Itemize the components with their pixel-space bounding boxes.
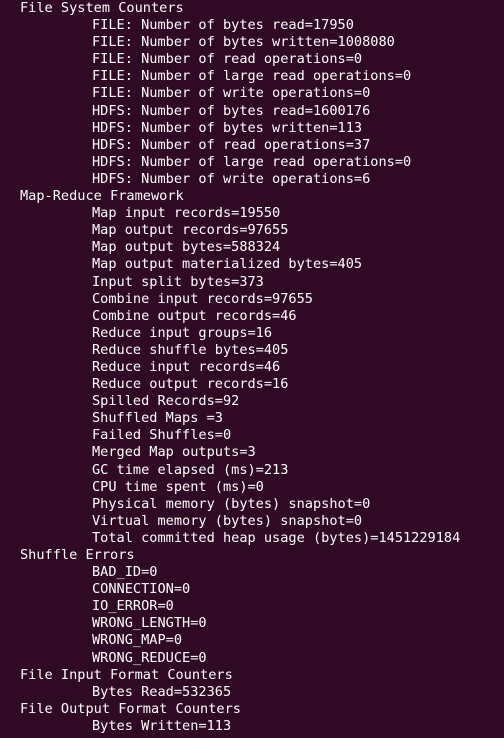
counter-line: Failed Shuffles=0 — [92, 427, 232, 444]
counter-line: Reduce input groups=16 — [92, 324, 273, 341]
counter-line: Bytes Read=532365 — [92, 683, 232, 700]
terminal-output[interactable]: File System Counters FILE: Number of byt… — [0, 0, 504, 738]
counter-line: Merged Map outputs=3 — [92, 444, 256, 461]
counter-line: CONNECTION=0 — [92, 581, 191, 598]
counter-line: HDFS: Number of bytes read=1600176 — [92, 102, 371, 119]
counter-line: Total committed heap usage (bytes)=14512… — [92, 529, 461, 546]
section-header: Map-Reduce Framework — [20, 188, 184, 205]
counter-line: HDFS: Number of write operations=6 — [92, 170, 371, 187]
counter-line: BAD_ID=0 — [92, 564, 158, 581]
counter-line: Physical memory (bytes) snapshot=0 — [92, 495, 371, 512]
counter-line: Combine input records=97655 — [92, 290, 313, 307]
counter-line: FILE: Number of bytes read=17950 — [92, 17, 354, 34]
counter-line: Bytes Written=113 — [92, 717, 232, 734]
counter-line: Combine output records=46 — [92, 307, 297, 324]
counter-line: Map input records=19550 — [92, 205, 281, 222]
counter-line: FILE: Number of bytes written=1008080 — [92, 34, 395, 51]
counter-line: CPU time spent (ms)=0 — [92, 478, 264, 495]
counter-line: Reduce output records=16 — [92, 376, 289, 393]
section-header: File Input Format Counters — [20, 666, 233, 683]
counter-line: FILE: Number of large read operations=0 — [92, 68, 412, 85]
counter-line: HDFS: Number of bytes written=113 — [92, 119, 363, 136]
counter-line: FILE: Number of write operations=0 — [92, 85, 371, 102]
counter-line: Map output records=97655 — [92, 222, 289, 239]
counter-line: FILE: Number of read operations=0 — [92, 51, 363, 68]
counter-line: WRONG_LENGTH=0 — [92, 615, 207, 632]
section-header: File System Counters — [20, 0, 184, 16]
section-header: File Output Format Counters — [20, 700, 241, 717]
counter-line: Virtual memory (bytes) snapshot=0 — [92, 512, 363, 529]
counter-line: Map output bytes=588324 — [92, 239, 281, 256]
counter-line: Spilled Records=92 — [92, 393, 240, 410]
section-header: Shuffle Errors — [20, 547, 135, 563]
counter-line: Map output materialized bytes=405 — [92, 256, 363, 273]
counter-line: HDFS: Number of large read operations=0 — [92, 153, 412, 170]
counter-line: Reduce input records=46 — [92, 358, 281, 375]
counter-line: HDFS: Number of read operations=37 — [92, 136, 371, 153]
counter-line: WRONG_REDUCE=0 — [92, 649, 207, 666]
counter-line: Shuffled Maps =3 — [92, 410, 223, 427]
counter-line: WRONG_MAP=0 — [92, 632, 183, 649]
counter-line: IO_ERROR=0 — [92, 598, 174, 615]
counter-line: Input split bytes=373 — [92, 273, 264, 290]
counter-line: Reduce shuffle bytes=405 — [92, 341, 289, 358]
counter-line: GC time elapsed (ms)=213 — [92, 461, 289, 478]
